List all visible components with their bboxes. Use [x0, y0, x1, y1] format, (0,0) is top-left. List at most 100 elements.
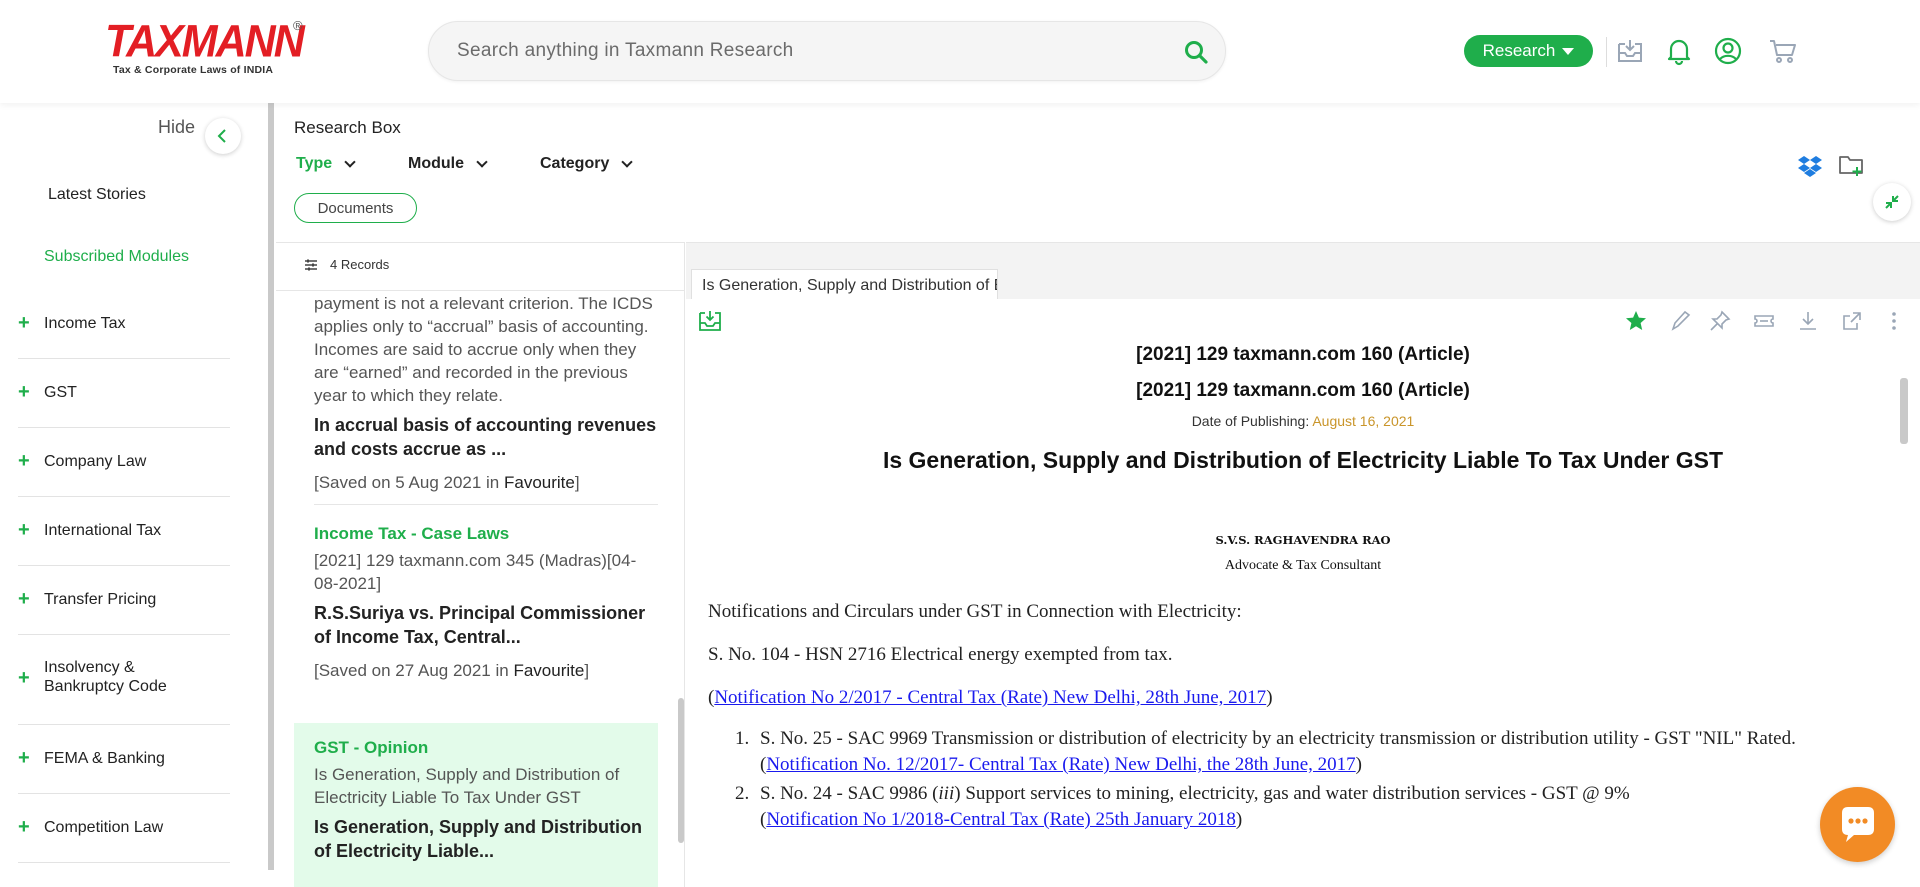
plus-icon: +	[18, 816, 30, 838]
plus-icon: +	[18, 588, 30, 610]
author-name: S.V.S. RAGHAVENDRA RAO	[1215, 533, 1391, 547]
list-item: S. No. 24 - SAC 9986 (iii) Support servi…	[754, 781, 1888, 833]
filter-type[interactable]: Type	[296, 155, 356, 173]
list-scrollbar[interactable]	[678, 698, 684, 843]
records-count: 4 Records	[304, 257, 389, 272]
filter-label: Category	[540, 155, 610, 172]
more-vertical-icon[interactable]	[1882, 309, 1906, 333]
divider	[314, 504, 658, 505]
publish-date-value: August 16, 2021	[1312, 413, 1415, 429]
document-viewer: [2021] 129 taxmann.com 160 (Article) [20…	[686, 299, 1920, 887]
research-label: Research	[1482, 41, 1556, 60]
list-item[interactable]: payment is not a relevant criterion. The…	[294, 291, 658, 505]
sidebar-scrollbar[interactable]	[268, 103, 274, 870]
chevron-down-icon	[344, 156, 356, 168]
author-role: Advocate & Tax Consultant	[1224, 558, 1382, 573]
pin-icon[interactable]	[1708, 309, 1732, 333]
sidebar-item-transfer-pricing[interactable]: + Transfer Pricing	[18, 587, 230, 635]
sidebar-item-insolvency[interactable]: + Insolvency & Bankruptcy Code	[18, 656, 230, 725]
search-input[interactable]	[457, 22, 1157, 80]
sidebar-item-fema-banking[interactable]: + FEMA & Banking	[18, 746, 230, 794]
notification-link[interactable]: Notification No 2/2017 - Central Tax (Ra…	[714, 687, 1266, 708]
user-icon[interactable]	[1713, 36, 1743, 66]
list-item-saved-info: [Saved on 5 Aug 2021 in Favourite]	[314, 473, 580, 492]
cart-icon[interactable]	[1768, 36, 1798, 66]
records-list-panel: 4 Records payment is not a relevant crit…	[276, 242, 685, 887]
chevron-left-icon	[217, 129, 226, 143]
list-item-category: GST - Opinion	[314, 738, 429, 757]
open-external-icon[interactable]	[1840, 309, 1864, 333]
list-item-selected[interactable]: GST - Opinion Is Generation, Supply and …	[294, 723, 658, 887]
caret-down-icon	[1562, 47, 1575, 55]
sidebar-item-label: GST	[44, 384, 77, 401]
top-header: TAXMANN ® Tax & Corporate Laws of INDIA …	[0, 0, 1920, 103]
star-icon[interactable]	[1624, 309, 1648, 333]
plus-icon: +	[18, 312, 30, 334]
bell-icon[interactable]	[1664, 36, 1694, 66]
document-body: Notifications and Circulars under GST in…	[708, 599, 1888, 836]
inbox-download-icon[interactable]	[698, 309, 722, 333]
list-item-citation: Is Generation, Supply and Distribution o…	[314, 765, 620, 807]
paragraph: S. No. 104 - HSN 2716 Electrical energy …	[708, 644, 1173, 665]
list-item-title[interactable]: R.S.Suriya vs. Principal Commissioner of…	[314, 601, 658, 649]
list-item-title[interactable]: Is Generation, Supply and Distribution o…	[314, 815, 658, 863]
document-title: Is Generation, Supply and Distribution o…	[882, 447, 1724, 473]
pencil-icon[interactable]	[1668, 309, 1692, 333]
inbox-download-icon[interactable]	[1615, 36, 1645, 66]
sidebar-latest-stories[interactable]: Latest Stories	[48, 186, 146, 204]
sidebar-item-competition-law[interactable]: + Competition Law	[18, 815, 230, 863]
ticket-icon[interactable]	[1752, 309, 1776, 333]
taxmann-logo[interactable]: TAXMANN ® Tax & Corporate Laws of INDIA	[105, 18, 315, 80]
header-divider	[1606, 37, 1607, 67]
sidebar-item-label: Company Law	[44, 453, 147, 470]
filter-label: Module	[408, 155, 464, 172]
tab-document[interactable]: Is Generation, Supply and Distribution o…	[691, 269, 998, 300]
chat-button[interactable]	[1820, 787, 1895, 862]
records-count-label: 4 Records	[330, 257, 390, 272]
research-dropdown-button[interactable]: Research	[1464, 35, 1593, 67]
document-citation-top: [2021] 129 taxmann.com 160 (Article)	[1136, 344, 1470, 365]
notification-list: S. No. 25 - SAC 9969 Transmission or dis…	[754, 726, 1888, 833]
hide-sidebar-label[interactable]: Hide	[158, 117, 195, 138]
sidebar-item-international-tax[interactable]: + International Tax	[18, 518, 230, 566]
paragraph: Notifications and Circulars under GST in…	[708, 601, 1242, 622]
hide-sidebar-button[interactable]	[205, 118, 241, 154]
collapse-panel-button[interactable]	[1873, 183, 1911, 221]
document-citation: [2021] 129 taxmann.com 160 (Article)	[1136, 380, 1470, 401]
collapse-arrows-icon	[1885, 195, 1899, 209]
list-item: S. No. 25 - SAC 9969 Transmission or dis…	[754, 726, 1888, 778]
download-icon[interactable]	[1796, 309, 1820, 333]
list-item-title[interactable]: In accrual basis of accounting revenues …	[314, 413, 658, 461]
chat-bubble-icon	[1842, 807, 1874, 842]
plus-icon: +	[18, 381, 30, 403]
plus-icon: +	[18, 667, 30, 689]
dropbox-icon[interactable]	[1797, 152, 1823, 178]
saved-folder-link[interactable]: Favourite	[504, 473, 575, 492]
filter-module[interactable]: Module	[408, 155, 488, 173]
filter-category[interactable]: Category	[540, 155, 634, 173]
sidebar-item-label: International Tax	[44, 522, 162, 539]
saved-folder-link[interactable]: Favourite	[513, 661, 584, 680]
filter-sliders-icon[interactable]	[304, 259, 318, 271]
sidebar-item-gst[interactable]: + GST	[18, 380, 230, 428]
sidebar-item-company-law[interactable]: + Company Law	[18, 449, 230, 497]
documents-filter-chip[interactable]: Documents	[294, 193, 417, 223]
list-item-saved-info: [Saved on 27 Aug 2021 in Favourite]	[314, 661, 590, 680]
document-scrollbar[interactable]	[1900, 378, 1908, 444]
notification-link[interactable]: Notification No 1/2018-Central Tax (Rate…	[766, 809, 1236, 830]
plus-icon: +	[18, 519, 30, 541]
sidebar-item-label: FEMA & Banking	[44, 750, 165, 767]
filter-label: Type	[296, 155, 333, 172]
notification-link[interactable]: Notification No. 12/2017- Central Tax (R…	[766, 754, 1355, 775]
list-item-snippet: payment is not a relevant criterion. The…	[314, 294, 653, 405]
list-item-category: Income Tax - Case Laws	[314, 524, 510, 543]
page-title: Research Box	[294, 118, 401, 137]
sidebar-subscribed-modules[interactable]: Subscribed Modules	[44, 248, 189, 266]
sidebar-item-label: Insolvency & Bankruptcy Code	[44, 659, 167, 695]
search-icon[interactable]	[1183, 39, 1209, 65]
sidebar-item-label: Competition Law	[44, 819, 164, 836]
sidebar-item-income-tax[interactable]: + Income Tax	[18, 311, 230, 359]
list-item-citation: [2021] 129 taxmann.com 345 (Madras)[04-0…	[314, 551, 637, 593]
list-item[interactable]: Income Tax - Case Laws [2021] 129 taxman…	[294, 523, 658, 682]
new-folder-icon[interactable]	[1838, 152, 1864, 178]
